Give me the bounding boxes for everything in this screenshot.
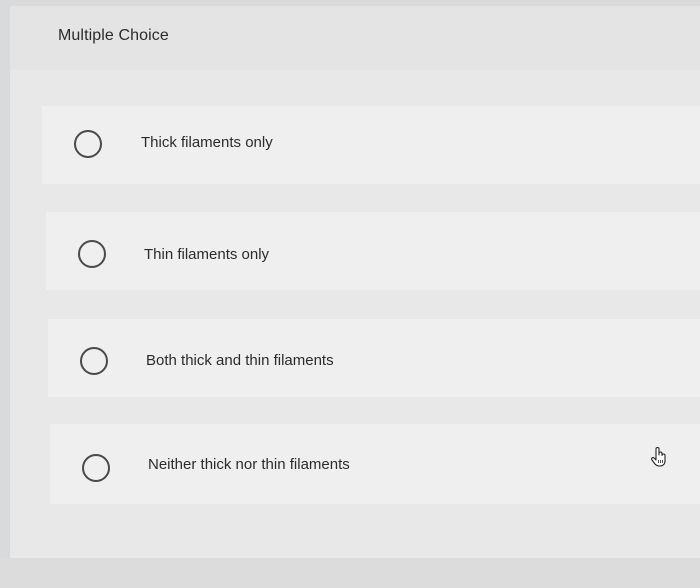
option-both-thick-and-thin[interactable]: Both thick and thin filaments <box>48 319 700 397</box>
question-header: Multiple Choice <box>10 6 700 70</box>
radio-button[interactable] <box>82 454 110 482</box>
option-neither-thick-nor-thin[interactable]: Neither thick nor thin filaments <box>50 424 700 504</box>
option-label: Neither thick nor thin filaments <box>148 456 350 473</box>
question-title: Multiple Choice <box>58 27 169 44</box>
option-label: Thick filaments only <box>141 134 273 151</box>
option-label: Both thick and thin filaments <box>146 352 334 369</box>
radio-button[interactable] <box>78 240 106 268</box>
radio-button[interactable] <box>74 130 102 158</box>
question-panel: Multiple Choice Thick filaments only Thi… <box>10 6 700 558</box>
option-label: Thin filaments only <box>144 246 270 263</box>
option-thick-filaments-only[interactable]: Thick filaments only <box>42 106 700 184</box>
page-footer-strip <box>0 558 700 588</box>
radio-button[interactable] <box>80 347 108 375</box>
option-thin-filaments-only[interactable]: Thin filaments only <box>46 212 700 290</box>
hand-pointer-icon <box>651 447 666 467</box>
